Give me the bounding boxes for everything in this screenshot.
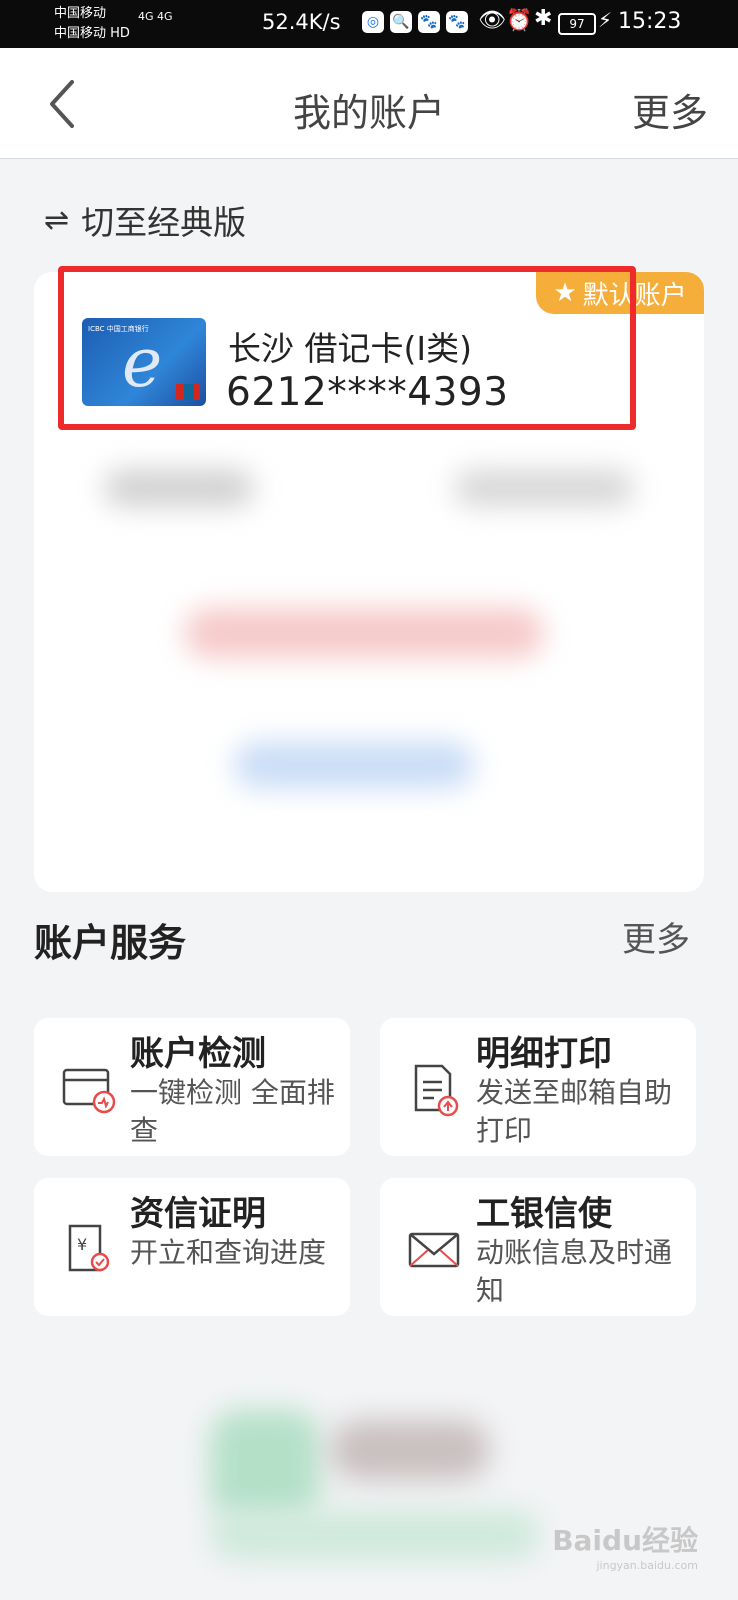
watermark-sub: jingyan.baidu.com: [596, 1559, 698, 1572]
baidu-icon: 🐾: [446, 11, 468, 33]
page-title: 我的账户: [292, 91, 445, 135]
blurred-content: [330, 1420, 490, 1480]
service-name: 工银信使: [476, 1194, 612, 1234]
service-name: 资信证明: [130, 1194, 266, 1234]
highlight-box: [58, 266, 636, 430]
switch-arrows-icon: ⇌: [44, 202, 70, 238]
account-check-icon: [60, 1058, 116, 1118]
service-mail-messenger[interactable]: 工银信使 动账信息及时通知: [380, 1178, 696, 1316]
carrier-1: 中国移动: [54, 6, 107, 21]
status-bar: 中国移动 中国移动 HD 4G 4G 52.4K/s ◎ 🔍 🐾 🐾 👁 ⏰ ✱…: [0, 0, 738, 48]
service-credit-certificate[interactable]: ¥ 资信证明 开立和查询进度: [34, 1178, 350, 1316]
blurred-content: [104, 470, 254, 506]
signal-icon: 4G 4G: [138, 10, 173, 23]
net-speed: 52.4K/s: [262, 10, 341, 34]
service-desc: 动账信息及时通知: [476, 1236, 673, 1307]
service-desc: 开立和查询进度: [130, 1236, 327, 1269]
blurred-content: [184, 608, 544, 658]
service-name: 明细打印: [476, 1034, 612, 1074]
switch-classic-button[interactable]: ⇌ 切至经典版: [44, 196, 246, 244]
carrier-info: 中国移动 中国移动 HD: [54, 4, 130, 44]
services-more-button[interactable]: 更多: [622, 912, 690, 961]
baidu-icon: 🐾: [418, 11, 440, 33]
services-title: 账户服务: [34, 921, 187, 965]
watermark: Baidu经验 jingyan.baidu.com: [552, 1519, 698, 1572]
service-print-detail[interactable]: 明细打印 发送至邮箱自助打印: [380, 1018, 696, 1156]
clock: 15:23: [618, 9, 682, 34]
notification-icons: ◎ 🔍 🐾 🐾: [362, 11, 468, 33]
mail-icon: [406, 1218, 462, 1278]
search-app-icon: 🔍: [390, 11, 412, 33]
more-button[interactable]: 更多: [632, 82, 708, 137]
bluetooth-icon: ✱: [534, 6, 553, 31]
blurred-content: [234, 742, 474, 788]
service-desc: 一键检测 全面排查: [130, 1076, 335, 1147]
nav-bar: 我的账户 更多: [0, 48, 738, 159]
switch-classic-label: 切至经典版: [81, 203, 247, 242]
app-notification-icon: ◎: [362, 11, 384, 33]
blurred-content: [210, 1410, 320, 1520]
charging-icon: ⚡: [598, 8, 613, 32]
carrier-2: 中国移动 HD: [54, 26, 130, 41]
print-detail-icon: [406, 1058, 462, 1118]
service-account-check[interactable]: 账户检测 一键检测 全面排查: [34, 1018, 350, 1156]
alarm-icon: ⏰: [506, 8, 533, 32]
blurred-content: [210, 1510, 540, 1560]
blurred-content: [454, 470, 634, 506]
svg-text:¥: ¥: [77, 1235, 87, 1254]
battery-icon: 97: [558, 13, 596, 35]
service-desc: 发送至邮箱自助打印: [476, 1076, 673, 1147]
watermark-brand: Baidu经验: [552, 1524, 698, 1557]
eye-icon: 👁: [478, 8, 506, 33]
credit-certificate-icon: ¥: [60, 1218, 116, 1278]
service-name: 账户检测: [130, 1034, 266, 1074]
